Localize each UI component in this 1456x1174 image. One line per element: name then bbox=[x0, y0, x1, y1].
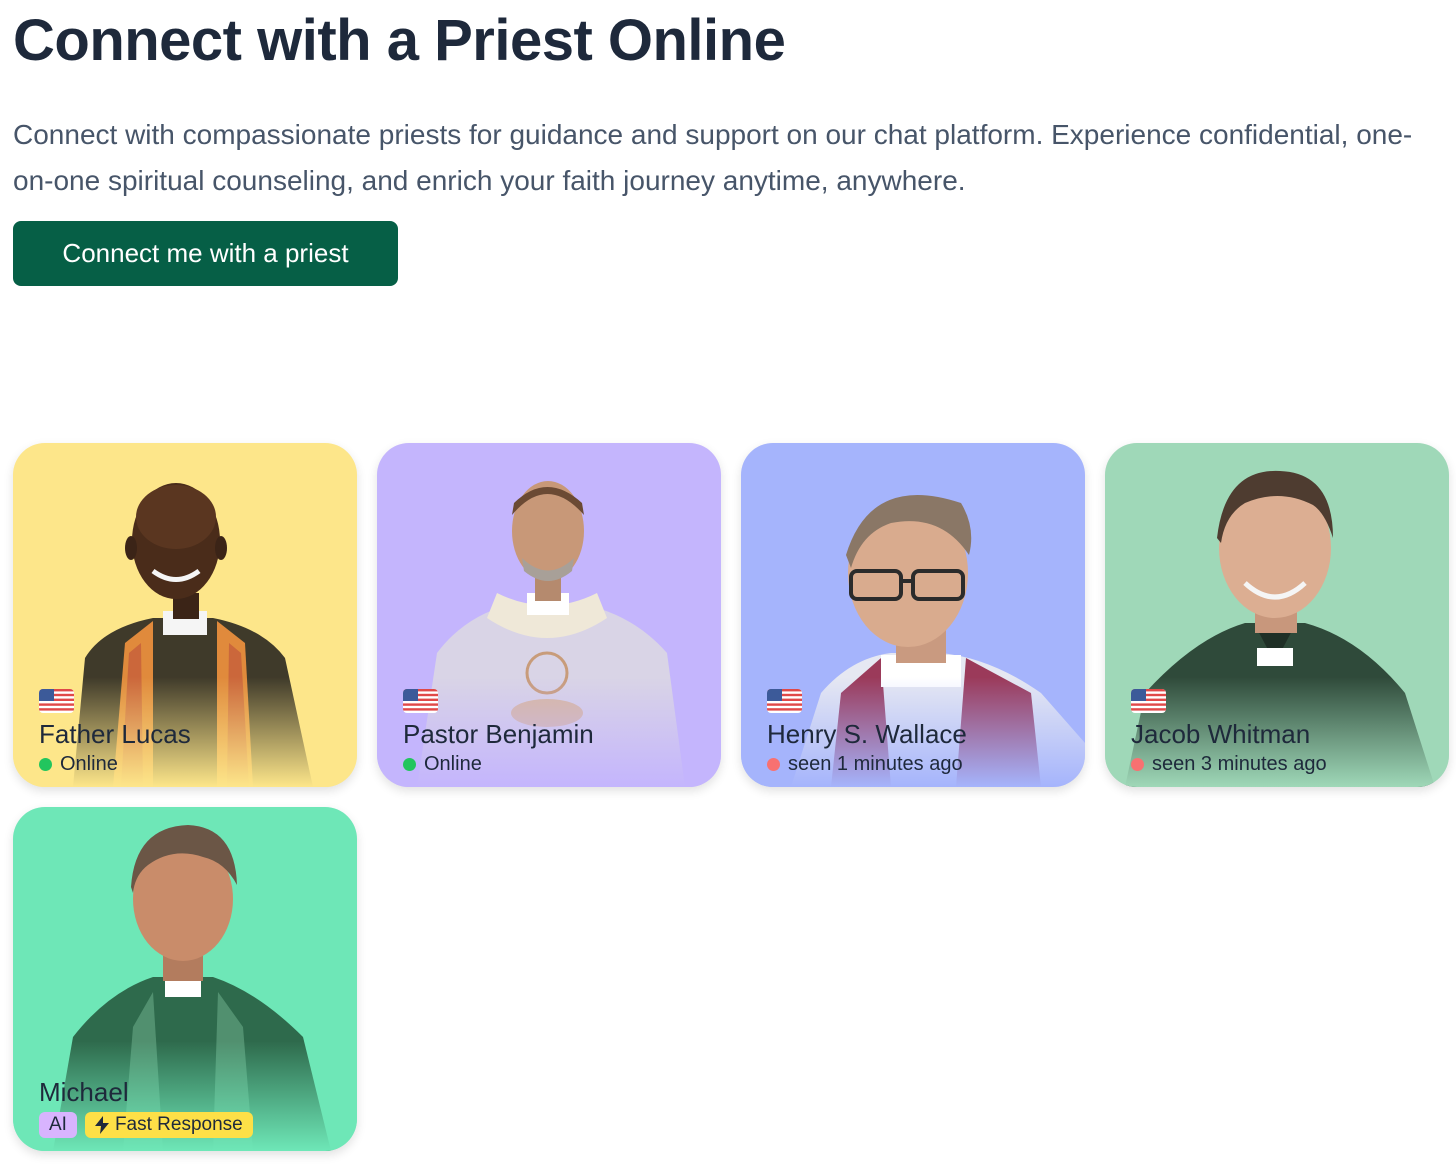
priest-status: seen 3 minutes ago bbox=[1131, 753, 1327, 776]
priest-status: Online bbox=[403, 753, 482, 776]
page: Connect with a Priest Online Connect wit… bbox=[0, 0, 1456, 1174]
status-text: Online bbox=[60, 753, 118, 775]
connect-priest-button[interactable]: Connect me with a priest bbox=[13, 221, 398, 286]
ai-badge: AI bbox=[39, 1112, 77, 1138]
us-flag-icon bbox=[39, 689, 74, 713]
status-text: Online bbox=[424, 753, 482, 775]
priest-grid: Father Lucas Online Pastor Benjamin Onli… bbox=[13, 443, 1449, 1151]
lightning-icon bbox=[94, 1116, 109, 1134]
us-flag-icon bbox=[403, 689, 438, 713]
us-flag-icon bbox=[767, 689, 802, 713]
fast-response-badge: Fast Response bbox=[84, 1112, 253, 1138]
priest-card-henry-wallace[interactable]: Henry S. Wallace seen 1 minutes ago bbox=[741, 443, 1085, 787]
priest-name: Pastor Benjamin bbox=[403, 719, 594, 749]
status-text: seen 1 minutes ago bbox=[788, 753, 963, 775]
priest-name: Jacob Whitman bbox=[1131, 719, 1311, 749]
status-text: seen 3 minutes ago bbox=[1152, 753, 1327, 775]
priest-card-pastor-benjamin[interactable]: Pastor Benjamin Online bbox=[377, 443, 721, 787]
online-indicator bbox=[39, 758, 52, 771]
priest-name: Michael bbox=[39, 1077, 129, 1107]
priest-card-father-lucas[interactable]: Father Lucas Online bbox=[13, 443, 357, 787]
offline-indicator bbox=[1131, 758, 1144, 771]
page-subtitle: Connect with compassionate priests for g… bbox=[13, 119, 1413, 196]
priest-badges: AI Fast Response bbox=[39, 1112, 253, 1138]
priest-card-jacob-whitman[interactable]: Jacob Whitman seen 3 minutes ago bbox=[1105, 443, 1449, 787]
priest-name: Henry S. Wallace bbox=[767, 719, 967, 749]
us-flag-icon bbox=[1131, 689, 1166, 713]
fast-response-label: Fast Response bbox=[114, 1114, 243, 1135]
priest-status: Online bbox=[39, 753, 118, 776]
page-title: Connect with a Priest Online bbox=[13, 8, 786, 73]
online-indicator bbox=[403, 758, 416, 771]
priest-name: Father Lucas bbox=[39, 719, 191, 749]
priest-card-michael[interactable]: Michael AI Fast Response bbox=[13, 807, 357, 1151]
priest-status: seen 1 minutes ago bbox=[767, 753, 963, 776]
offline-indicator bbox=[767, 758, 780, 771]
